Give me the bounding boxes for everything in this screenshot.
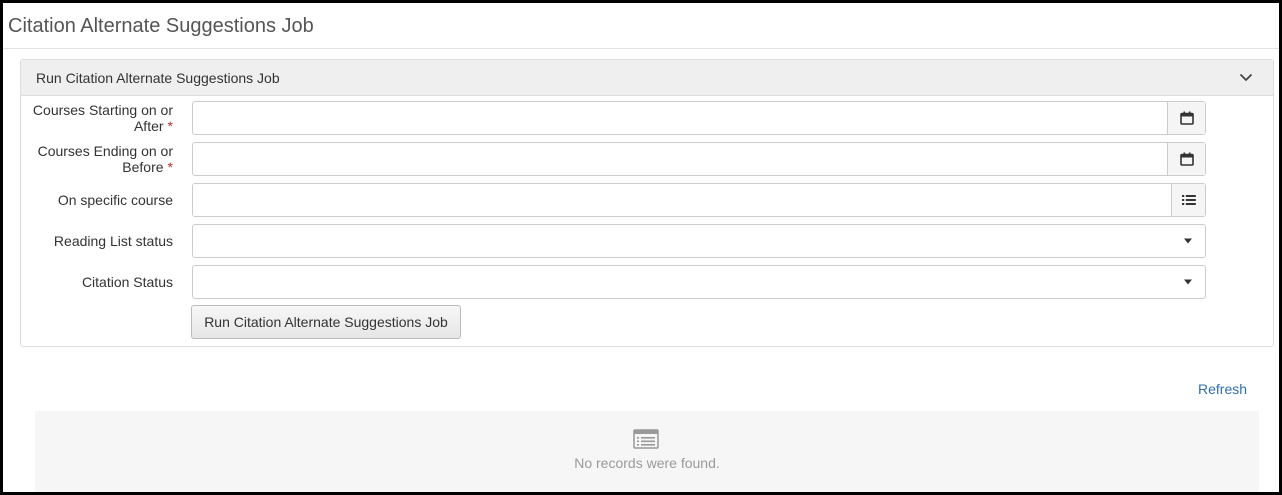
field-label: Reading List status — [53, 233, 173, 249]
specific-course-field — [192, 183, 1206, 217]
calendar-icon — [1179, 111, 1194, 125]
required-marker: * — [167, 118, 173, 134]
caret-down-icon — [1184, 279, 1192, 285]
run-job-button[interactable]: Run Citation Alternate Suggestions Job — [191, 305, 461, 339]
field-label: Courses Starting on or After * — [32, 102, 173, 134]
run-job-panel: Run Citation Alternate Suggestions Job C… — [20, 59, 1274, 347]
chevron-down-icon[interactable] — [1239, 71, 1253, 85]
empty-results: No records were found. — [35, 411, 1259, 492]
form-row-end-date: Courses Ending on or Before * — [21, 142, 1273, 176]
end-date-input[interactable] — [193, 143, 1167, 175]
panel-header-title: Run Citation Alternate Suggestions Job — [36, 69, 280, 86]
title-divider — [3, 48, 1279, 49]
specific-course-input[interactable] — [193, 184, 1171, 216]
citation-status-select[interactable] — [192, 265, 1206, 299]
end-date-picker-button[interactable] — [1167, 143, 1205, 175]
calendar-icon — [1179, 152, 1194, 166]
page-title: Citation Alternate Suggestions Job — [8, 15, 314, 37]
form-row-citation-status: Citation Status — [21, 265, 1273, 299]
list-view-icon — [633, 429, 659, 449]
caret-down-icon — [1184, 238, 1192, 244]
start-date-field — [192, 101, 1206, 135]
app-window: Citation Alternate Suggestions Job Run C… — [0, 0, 1282, 495]
required-marker: * — [167, 159, 173, 175]
field-label: On specific course — [57, 192, 173, 208]
refresh-link[interactable]: Refresh — [1198, 381, 1247, 397]
field-label: Citation Status — [81, 274, 173, 290]
panel-header[interactable]: Run Citation Alternate Suggestions Job — [21, 60, 1273, 96]
list-icon — [1181, 195, 1196, 205]
form-row-specific-course: On specific course — [21, 183, 1273, 217]
empty-message: No records were found. — [574, 455, 720, 471]
start-date-picker-button[interactable] — [1167, 102, 1205, 134]
course-picker-button[interactable] — [1171, 184, 1205, 216]
end-date-field — [192, 142, 1206, 176]
field-label: Courses Ending on or Before * — [37, 143, 173, 175]
reading-list-status-select[interactable] — [192, 224, 1206, 258]
start-date-input[interactable] — [193, 102, 1167, 134]
form-row-reading-list-status: Reading List status — [21, 224, 1273, 258]
form-row-start-date: Courses Starting on or After * — [21, 101, 1273, 135]
